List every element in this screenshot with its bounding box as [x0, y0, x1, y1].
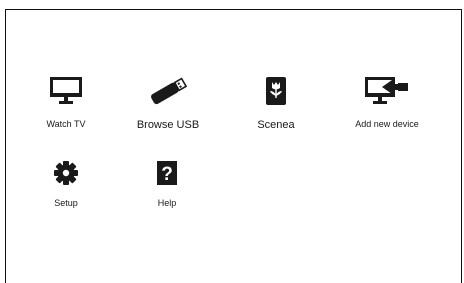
- home-menu-frame: [5, 9, 462, 283]
- menu-item-label: Help: [157, 198, 177, 208]
- gear-icon: [54, 161, 78, 185]
- menu-item-label: Browse USB: [136, 119, 200, 131]
- menu-item-watch-tv[interactable]: Watch TV: [38, 72, 94, 129]
- usb-stick-icon: [151, 77, 188, 105]
- menu-item-help[interactable]: ? Help: [142, 156, 192, 208]
- menu-item-browse-usb[interactable]: Browse USB: [136, 72, 200, 131]
- help-icon: ?: [157, 161, 177, 185]
- menu-item-label: Add new device: [355, 119, 419, 129]
- flower-icon: [266, 77, 286, 105]
- svg-text:?: ?: [161, 164, 173, 185]
- menu-item-label: Scenea: [257, 119, 295, 131]
- menu-item-label: Setup: [54, 198, 78, 208]
- add-device-icon: [365, 77, 408, 104]
- menu-item-label: Watch TV: [46, 119, 86, 129]
- menu-item-add-new-device[interactable]: Add new device: [344, 72, 430, 129]
- menu-item-scenea[interactable]: Scenea: [256, 72, 296, 131]
- tv-icon: [50, 77, 82, 104]
- menu-item-setup[interactable]: Setup: [41, 156, 91, 208]
